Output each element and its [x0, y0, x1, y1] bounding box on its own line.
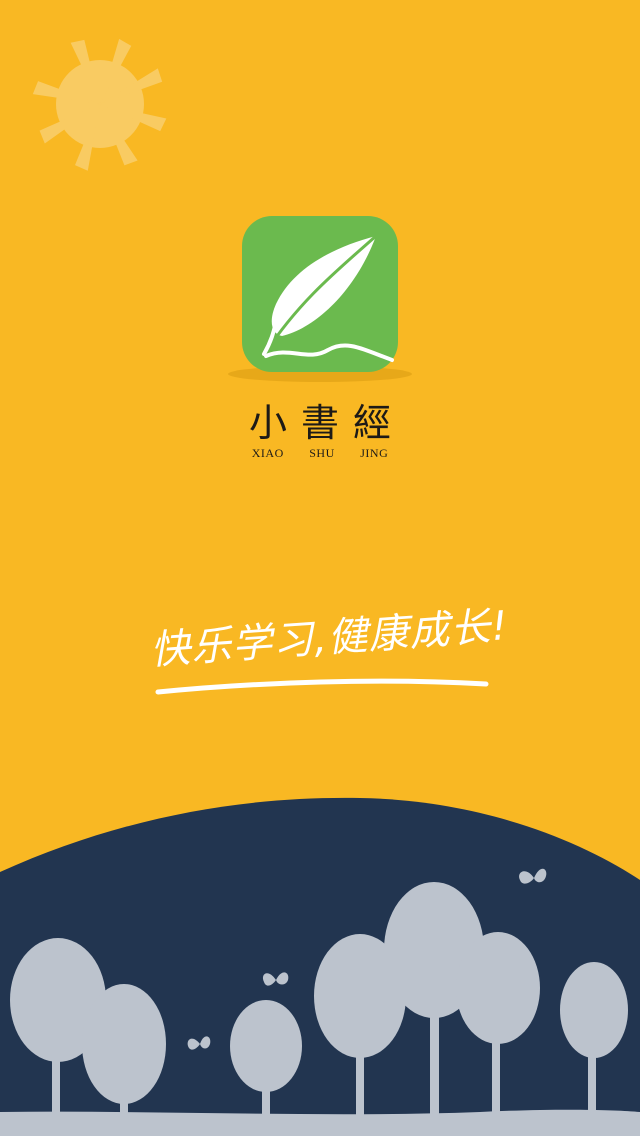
- app-title: 小書經: [248, 401, 405, 445]
- feather-icon: [242, 216, 398, 372]
- splash-screen: 小書經 XIAO SHU JING 快乐学习,健康成长!: [0, 0, 640, 1136]
- app-subtitle: XIAO SHU JING: [251, 446, 389, 460]
- splash-background: [0, 0, 640, 1136]
